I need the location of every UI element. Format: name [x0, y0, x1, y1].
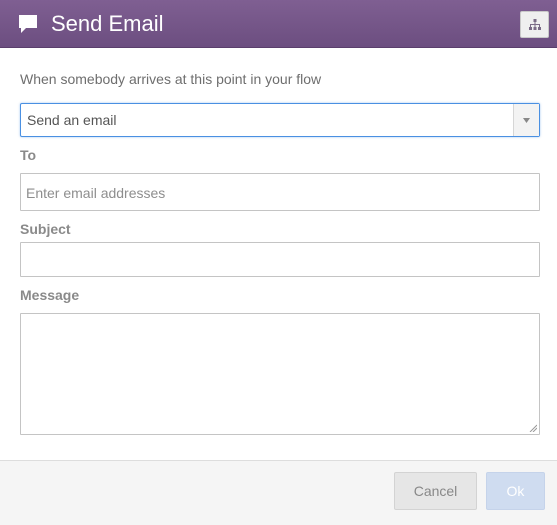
flow-tree-icon — [529, 19, 541, 30]
message-label: Message — [20, 287, 80, 303]
subject-field[interactable] — [20, 242, 540, 277]
ok-button[interactable]: Ok — [486, 472, 545, 510]
speech-bubble-icon — [17, 13, 39, 35]
to-label: To — [20, 147, 37, 163]
select-arrow[interactable] — [513, 104, 539, 136]
message-textarea[interactable] — [20, 313, 540, 435]
resize-handle-icon[interactable] — [529, 424, 537, 432]
intro-text: When somebody arrives at this point in y… — [20, 71, 322, 87]
cancel-button[interactable]: Cancel — [394, 472, 477, 510]
dialog-title: Send Email — [51, 11, 164, 36]
action-select-value: Send an email — [27, 112, 117, 128]
action-select[interactable]: Send an email — [20, 103, 540, 137]
flow-tree-button[interactable] — [520, 11, 549, 38]
subject-label: Subject — [20, 221, 71, 237]
dialog-footer: Cancel Ok — [0, 460, 557, 525]
to-field[interactable]: Enter email addresses — [20, 173, 540, 211]
dialog-header: Send Email — [0, 0, 557, 48]
to-placeholder: Enter email addresses — [26, 185, 166, 201]
caret-down-icon — [523, 118, 530, 123]
